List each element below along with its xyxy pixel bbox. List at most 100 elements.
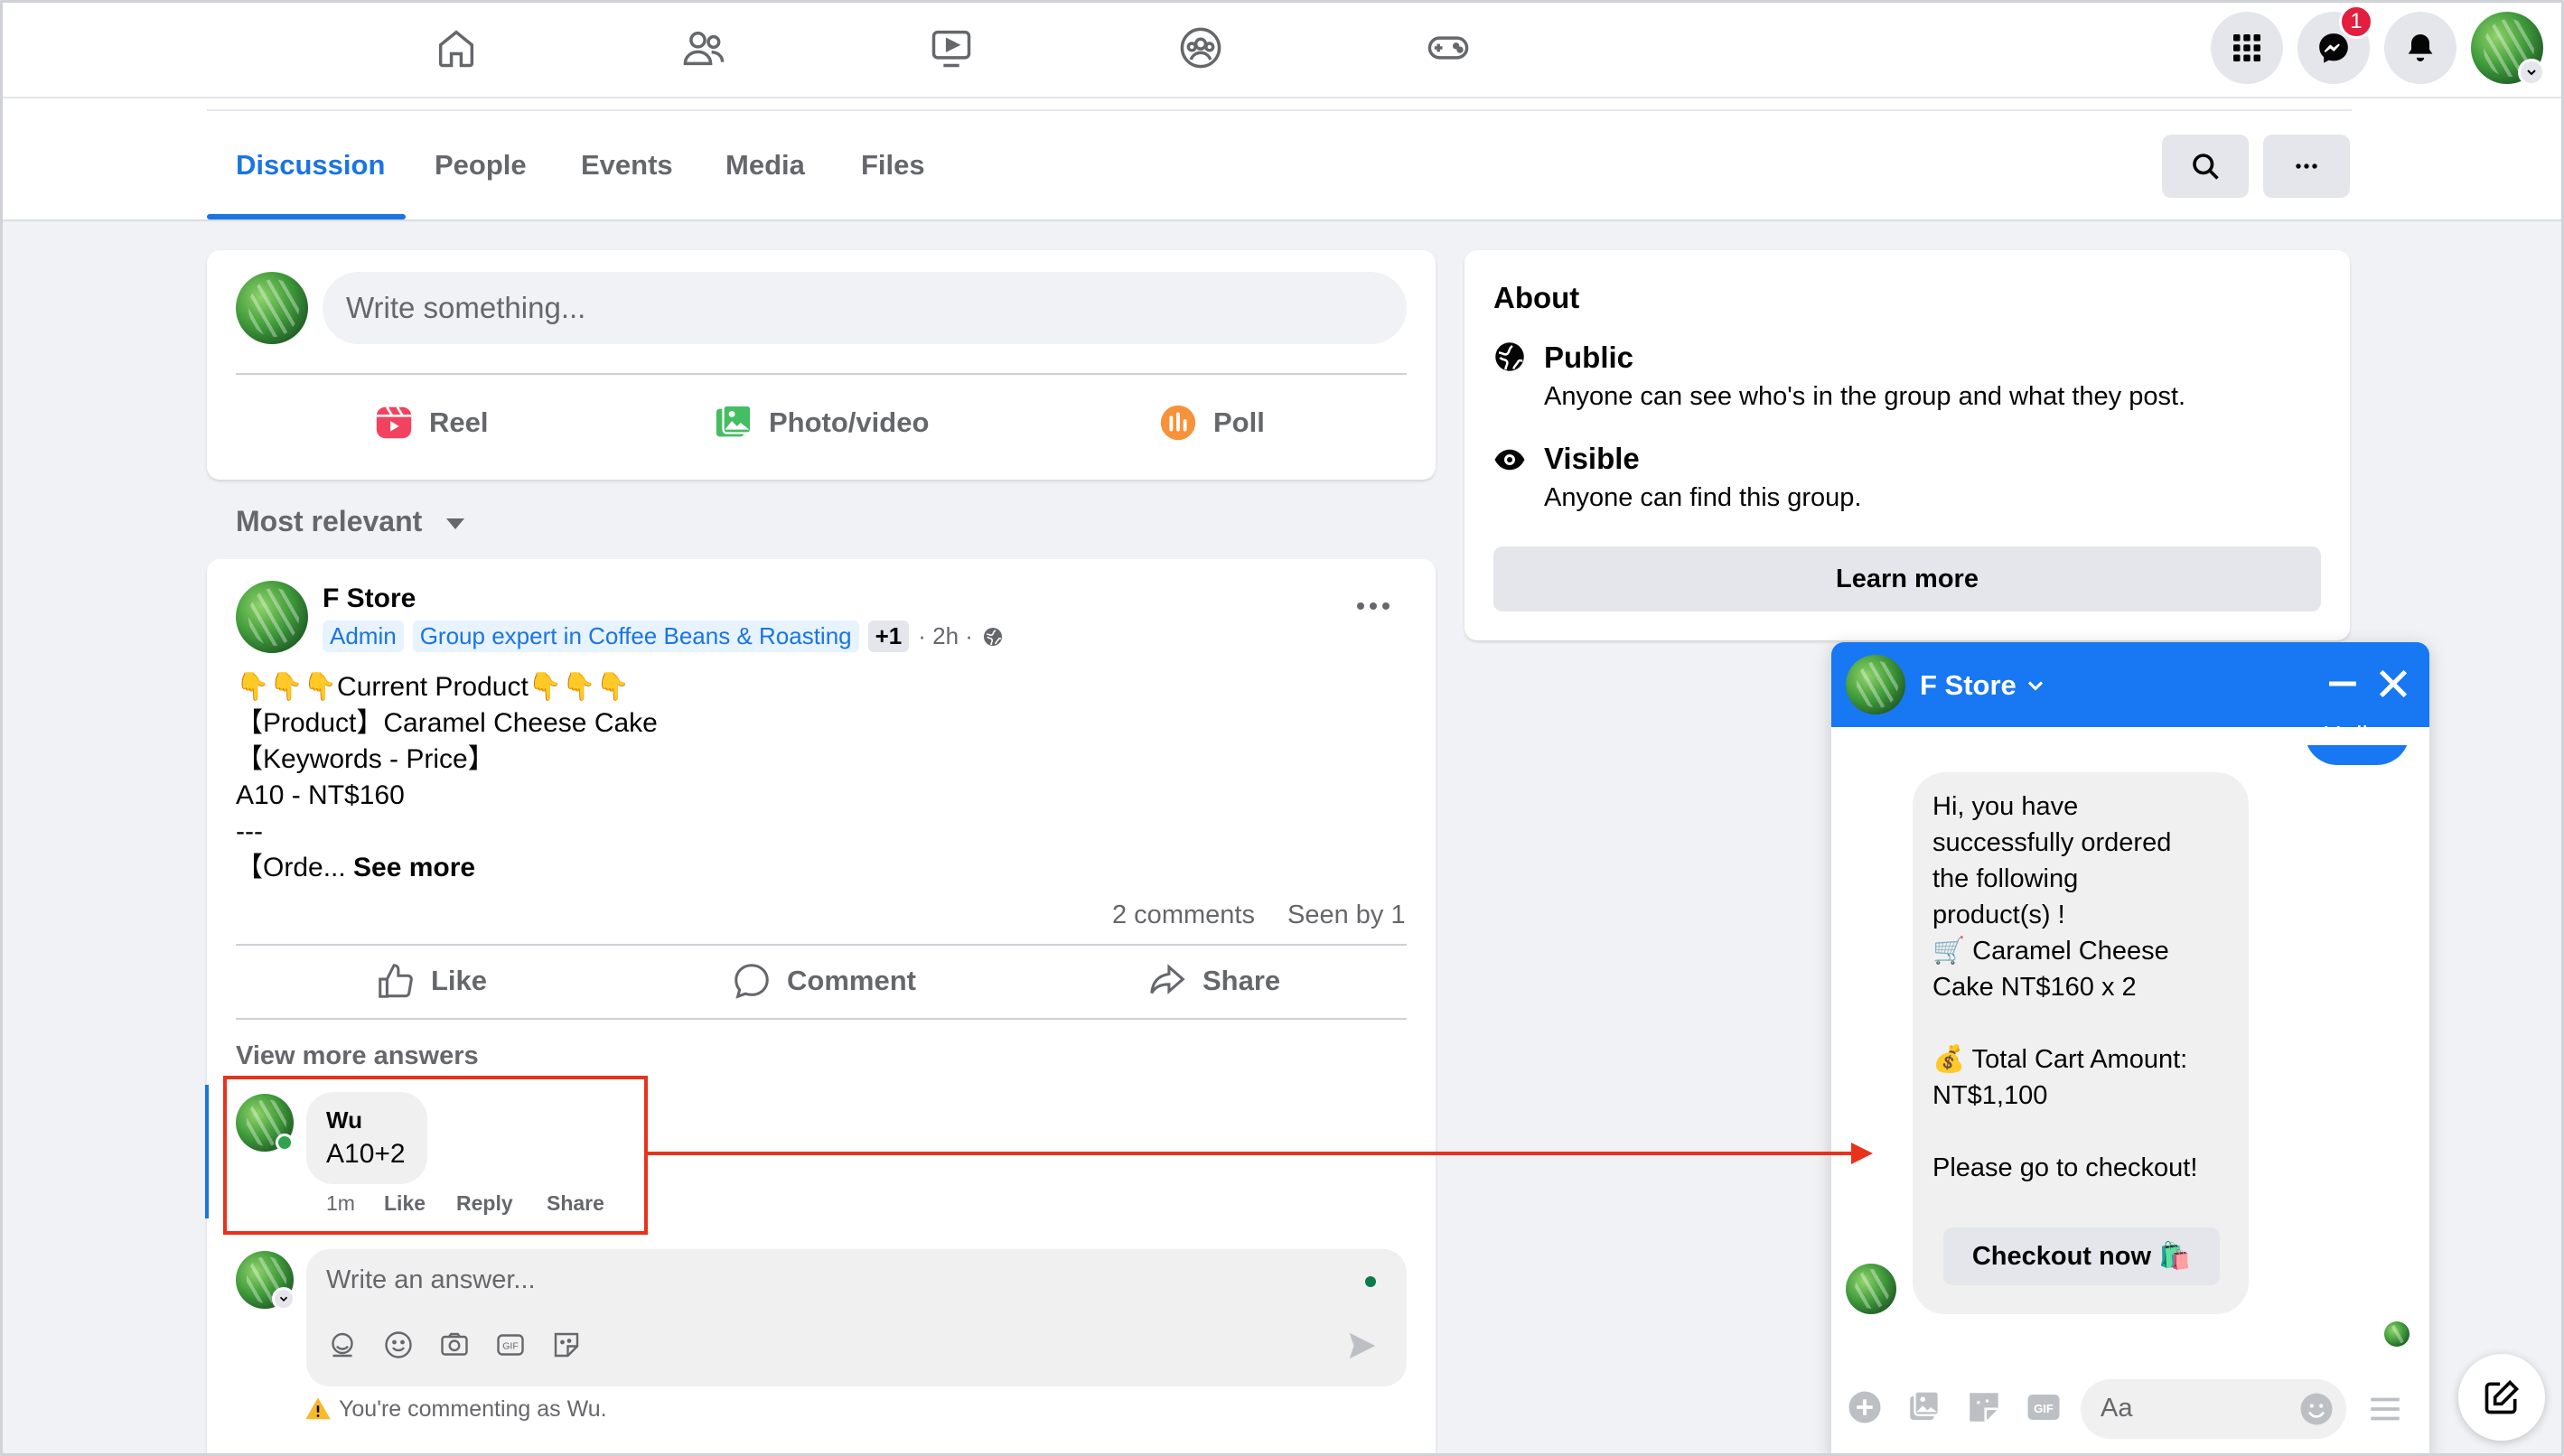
notifications-button[interactable]	[2384, 12, 2456, 84]
reel-label: Reel	[429, 406, 489, 438]
comments-count[interactable]: 2 comments	[1112, 901, 1255, 930]
composer-avatar	[236, 272, 308, 344]
more-icon	[1357, 602, 1390, 610]
menu-grid-button[interactable]	[2211, 12, 2283, 84]
group-search-button[interactable]	[2162, 135, 2249, 198]
visibility-description: Anyone can find this group.	[1544, 483, 1862, 512]
group-more-button[interactable]	[2263, 135, 2350, 198]
share-icon	[1150, 964, 1185, 994]
compose-icon	[2484, 1379, 2520, 1414]
gif-icon[interactable]: GIF	[494, 1329, 527, 1361]
svg-text:GIF: GIF	[2034, 1402, 2054, 1415]
post-time[interactable]: · 2h ·	[918, 622, 973, 650]
friends-icon[interactable]	[668, 15, 740, 80]
see-more-link[interactable]: See more	[353, 853, 475, 882]
post-divider-bottom	[236, 1018, 1407, 1020]
search-icon	[2193, 154, 2219, 180]
eye-icon	[1494, 449, 1525, 471]
admin-chip[interactable]: Admin	[323, 621, 404, 652]
seen-by-count[interactable]: Seen by 1	[1287, 901, 1406, 930]
post-line-truncated: 【Orde...	[236, 853, 354, 882]
commenting-as-notice: You're commenting as Wu.	[304, 1395, 607, 1423]
send-icon[interactable]	[1345, 1329, 1380, 1363]
comment-button[interactable]: Comment	[731, 960, 916, 1002]
tab-media[interactable]: Media	[725, 149, 805, 182]
chat-sender-avatar	[1846, 1264, 1896, 1314]
svg-text:GIF: GIF	[502, 1341, 519, 1352]
poll-button[interactable]: Poll	[1157, 402, 1265, 443]
post-author-name[interactable]: F Store	[323, 583, 416, 614]
comment-icon	[735, 964, 769, 999]
sticker-icon[interactable]	[550, 1329, 583, 1361]
sort-dropdown[interactable]: Most relevant	[236, 505, 465, 538]
post-options-button[interactable]	[1349, 595, 1398, 631]
sticker-icon[interactable]	[1965, 1388, 2003, 1426]
tab-people[interactable]: People	[435, 149, 527, 182]
message-line	[1932, 1005, 2197, 1041]
new-message-button[interactable]	[2458, 1354, 2545, 1441]
watch-icon[interactable]	[915, 15, 987, 80]
camera-icon[interactable]	[438, 1329, 471, 1361]
answer-status-dot	[1365, 1276, 1376, 1287]
chat-input-placeholder[interactable]: Aa	[2101, 1394, 2132, 1423]
like-button[interactable]: Like	[375, 960, 487, 1002]
tab-events[interactable]: Events	[581, 149, 673, 182]
message-line: Hi, you have	[1932, 792, 2079, 821]
group-tab-bar: Discussion People Events Media Files	[3, 98, 2561, 221]
active-tab-indicator	[207, 214, 406, 219]
incoming-message-text: Hi, you have successfully ordered the fo…	[1932, 789, 2197, 1186]
groups-icon[interactable]	[1165, 15, 1237, 80]
answer-chevron-icon[interactable]	[272, 1287, 295, 1311]
post-body: 👇👇👇Current Product👇👇👇 【Product】Caramel C…	[236, 669, 658, 886]
view-more-answers-link[interactable]: View more answers	[236, 1041, 479, 1071]
post-author-avatar[interactable]	[236, 581, 308, 653]
expert-chip[interactable]: Group expert in Coffee Beans & Roasting	[412, 621, 859, 652]
annotation-arrow-line	[648, 1152, 1858, 1155]
chat-contact-avatar[interactable]	[1846, 655, 1905, 714]
grid-icon	[2233, 34, 2260, 61]
globe-icon	[983, 627, 1002, 646]
thumbs-up-icon	[379, 964, 413, 998]
post-line: ---	[236, 817, 263, 846]
post-line: 【Product】Caramel Cheese Cake	[236, 708, 658, 738]
checkout-now-button[interactable]: Checkout now 🛍️	[1943, 1227, 2220, 1285]
account-chevron-icon[interactable]	[2518, 59, 2545, 86]
answer-input-placeholder[interactable]: Write an answer...	[326, 1265, 536, 1295]
message-line: NT$1,100	[1932, 1081, 2048, 1110]
gif-icon[interactable]: GIF	[2025, 1388, 2063, 1426]
header-divider	[207, 109, 2352, 111]
chat-contact-name[interactable]: F Store	[1920, 669, 2017, 702]
photo-video-label: Photo/video	[769, 406, 930, 438]
post-line: A10 - NT$160	[236, 780, 405, 810]
write-something-input[interactable]: Write something...	[323, 272, 1407, 344]
share-button[interactable]: Share	[1146, 960, 1280, 1002]
chevron-down-icon[interactable]	[2023, 673, 2048, 698]
post-divider-top	[236, 944, 1407, 946]
comment-highlight-bar	[205, 1085, 209, 1218]
top-navigation: 1	[3, 3, 2561, 98]
messenger-button[interactable]: 1	[2297, 5, 2373, 84]
tab-discussion[interactable]: Discussion	[236, 149, 385, 182]
app-window: 1 Discussion People Events Media Files W…	[0, 0, 2564, 1456]
visibility-title: Visible	[1544, 442, 1640, 475]
learn-more-button[interactable]: Learn more	[1493, 546, 2321, 611]
privacy-public-title: Public	[1544, 341, 1634, 374]
message-line: 🛒 Caramel Cheese	[1932, 937, 2169, 966]
gaming-icon[interactable]	[1412, 15, 1484, 80]
more-badges-chip[interactable]: +1	[867, 621, 910, 652]
message-line: successfully ordered	[1932, 828, 2172, 857]
emoji-icon[interactable]	[382, 1329, 415, 1361]
poll-label: Poll	[1213, 406, 1265, 438]
emoji-icon[interactable]	[2297, 1390, 2335, 1428]
reel-button[interactable]: Reel	[373, 402, 488, 443]
post-line: 👇👇👇Current Product👇👇👇	[236, 672, 630, 702]
avatar-sticker-icon[interactable]	[326, 1329, 359, 1361]
plus-circle-icon[interactable]	[1846, 1388, 1884, 1426]
photo-video-button[interactable]: Photo/video	[713, 402, 929, 443]
image-icon[interactable]	[1905, 1388, 1943, 1426]
comment-label: Comment	[787, 965, 916, 996]
menu-icon[interactable]	[2366, 1390, 2404, 1428]
tab-files[interactable]: Files	[861, 149, 925, 182]
home-icon[interactable]	[420, 15, 492, 80]
chat-window: F Store Hello Hi, you have successfully …	[1831, 642, 2429, 1453]
